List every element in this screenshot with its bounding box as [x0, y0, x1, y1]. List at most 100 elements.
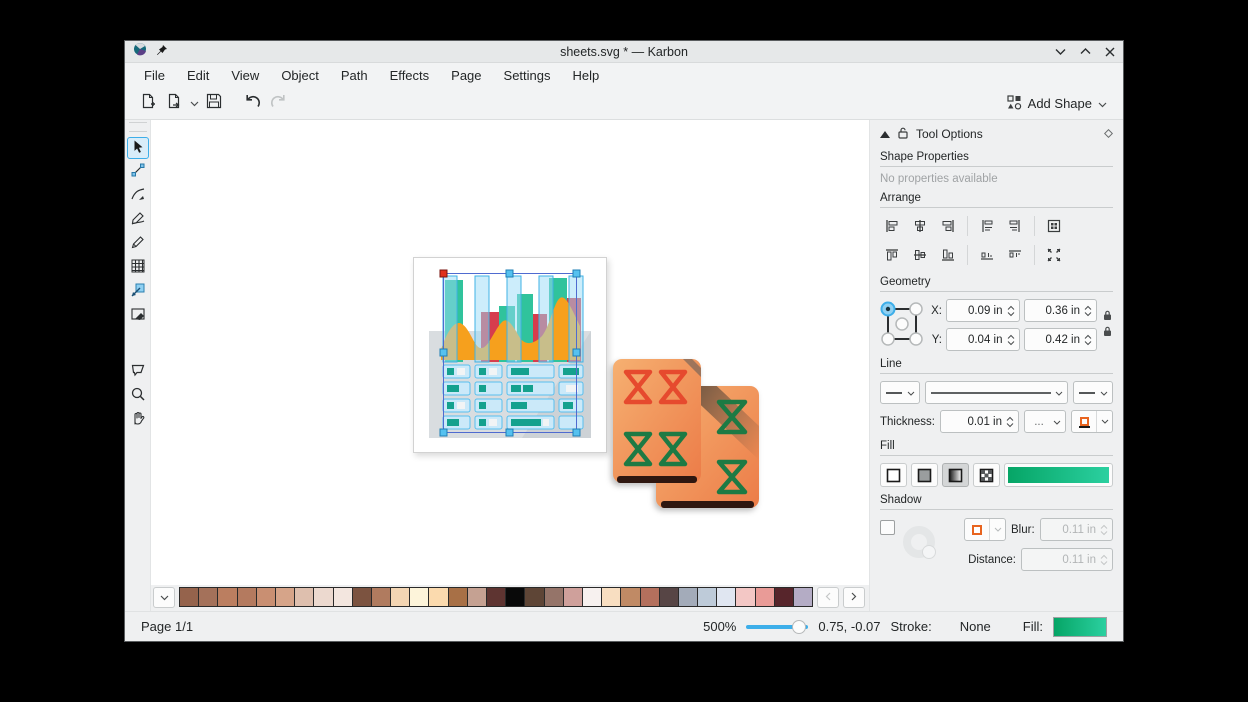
- menu-path[interactable]: Path: [332, 65, 377, 86]
- new-document-button[interactable]: [135, 91, 161, 117]
- add-shape-button[interactable]: Add Shape: [1001, 92, 1113, 116]
- palette-swatch[interactable]: [409, 587, 428, 607]
- menu-settings[interactable]: Settings: [495, 65, 560, 86]
- spin-arrows-icon[interactable]: [1084, 334, 1092, 346]
- spin-arrows-icon[interactable]: [1084, 305, 1092, 317]
- canvas-object-sheets-logo[interactable]: [613, 356, 759, 513]
- canvas-object-chart[interactable]: [413, 257, 607, 453]
- menu-page[interactable]: Page: [442, 65, 490, 86]
- calligraphy-tool-button[interactable]: [127, 209, 149, 231]
- undo-button[interactable]: [239, 91, 265, 117]
- palette-swatch[interactable]: [313, 587, 332, 607]
- width-input[interactable]: 0.36 in: [1024, 299, 1098, 322]
- redo-button[interactable]: [265, 91, 291, 117]
- palette-swatch[interactable]: [179, 587, 198, 607]
- pattern-tool-button[interactable]: [127, 257, 149, 279]
- zoom-slider-knob[interactable]: [792, 620, 806, 634]
- line-end-marker-select[interactable]: [1073, 381, 1113, 404]
- align-hcenter-button[interactable]: [908, 215, 932, 236]
- lock-icon[interactable]: [898, 127, 908, 142]
- lock-ratio-icon[interactable]: [1103, 310, 1112, 324]
- zoom-slider[interactable]: [746, 620, 808, 634]
- lock-ratio-icon[interactable]: [1103, 326, 1112, 340]
- palette-swatch[interactable]: [371, 587, 390, 607]
- palette-swatch[interactable]: [467, 587, 486, 607]
- palette-swatch[interactable]: [333, 587, 352, 607]
- y-input[interactable]: 0.04 in: [946, 328, 1020, 351]
- palette-swatch[interactable]: [294, 587, 313, 607]
- menu-view[interactable]: View: [222, 65, 268, 86]
- edit-path-tool-button[interactable]: [127, 161, 149, 183]
- palette-swatch[interactable]: [448, 587, 467, 607]
- page-tool-button[interactable]: [127, 305, 149, 327]
- palette-swatch[interactable]: [544, 587, 563, 607]
- fill-color-swatch-frame[interactable]: [1004, 463, 1113, 487]
- x-input[interactable]: 0.09 in: [946, 299, 1020, 322]
- open-dropdown-icon[interactable]: [187, 91, 201, 117]
- palette-swatch[interactable]: [563, 587, 582, 607]
- statusbar-fill-swatch[interactable]: [1053, 617, 1107, 637]
- gradient-tool-button[interactable]: [127, 281, 149, 303]
- dash-pattern-select[interactable]: ...: [1024, 410, 1066, 433]
- document-canvas[interactable]: [151, 120, 869, 585]
- shadow-distance-input[interactable]: 0.11 in: [1021, 548, 1113, 571]
- distribute-vcenter-button[interactable]: [1003, 244, 1027, 265]
- menu-effects[interactable]: Effects: [381, 65, 439, 86]
- palette-swatch[interactable]: [198, 587, 217, 607]
- maximize-icon[interactable]: [1080, 48, 1091, 55]
- zoom-tool-button[interactable]: [127, 385, 149, 407]
- palette-swatch[interactable]: [390, 587, 409, 607]
- palette-scroll-right-button[interactable]: [843, 587, 865, 608]
- palette-swatch[interactable]: [697, 587, 716, 607]
- ungroup-button[interactable]: [1042, 244, 1066, 265]
- palette-swatch[interactable]: [640, 587, 659, 607]
- pan-tool-button[interactable]: [127, 409, 149, 431]
- palette-swatch[interactable]: [428, 587, 447, 607]
- distribute-left-button[interactable]: [975, 215, 999, 236]
- menu-edit[interactable]: Edit: [178, 65, 218, 86]
- shadow-color-select[interactable]: [964, 518, 1006, 541]
- align-bottom-button[interactable]: [936, 244, 960, 265]
- palette-scroll-left-button[interactable]: [817, 587, 839, 608]
- palette-swatch[interactable]: [620, 587, 639, 607]
- palette-swatch[interactable]: [352, 587, 371, 607]
- palette-swatch[interactable]: [716, 587, 735, 607]
- palette-swatch[interactable]: [275, 587, 294, 607]
- shadow-angle-widget[interactable]: [903, 526, 935, 558]
- menu-file[interactable]: File: [135, 65, 174, 86]
- spin-arrows-icon[interactable]: [1006, 416, 1014, 428]
- draw-path-tool-button[interactable]: [127, 185, 149, 207]
- distribute-hcenter-button[interactable]: [1003, 215, 1027, 236]
- palette-swatch[interactable]: [486, 587, 505, 607]
- float-icon[interactable]: [1104, 127, 1113, 141]
- collapse-icon[interactable]: [880, 127, 890, 141]
- palette-swatch[interactable]: [755, 587, 774, 607]
- line-style-select[interactable]: [925, 381, 1068, 404]
- titlebar[interactable]: sheets.svg * — Karbon: [125, 41, 1123, 63]
- open-document-button[interactable]: [161, 91, 187, 117]
- group-button[interactable]: [1042, 215, 1066, 236]
- align-vcenter-button[interactable]: [908, 244, 932, 265]
- align-left-button[interactable]: [880, 215, 904, 236]
- close-icon[interactable]: [1105, 47, 1115, 57]
- join-style-select[interactable]: [1071, 410, 1113, 433]
- palette-swatch[interactable]: [601, 587, 620, 607]
- select-tool-button[interactable]: [127, 137, 149, 159]
- thickness-input[interactable]: 0.01 in: [940, 410, 1019, 433]
- toolbar-grip[interactable]: [129, 122, 147, 132]
- align-top-button[interactable]: [880, 244, 904, 265]
- pencil-tool-button[interactable]: [127, 233, 149, 255]
- align-right-button[interactable]: [936, 215, 960, 236]
- palette-swatch[interactable]: [582, 587, 601, 607]
- line-start-marker-select[interactable]: [880, 381, 920, 404]
- fill-solid-button[interactable]: [911, 463, 938, 487]
- palette-swatch[interactable]: [237, 587, 256, 607]
- shadow-angle-knob[interactable]: [922, 545, 936, 559]
- minimize-icon[interactable]: [1055, 48, 1066, 55]
- palette-swatch[interactable]: [678, 587, 697, 607]
- spin-arrows-icon[interactable]: [1007, 305, 1015, 317]
- palette-dropdown-button[interactable]: [153, 587, 175, 608]
- palette-swatch[interactable]: [505, 587, 524, 607]
- palette-swatch[interactable]: [217, 587, 236, 607]
- palette-swatch[interactable]: [659, 587, 678, 607]
